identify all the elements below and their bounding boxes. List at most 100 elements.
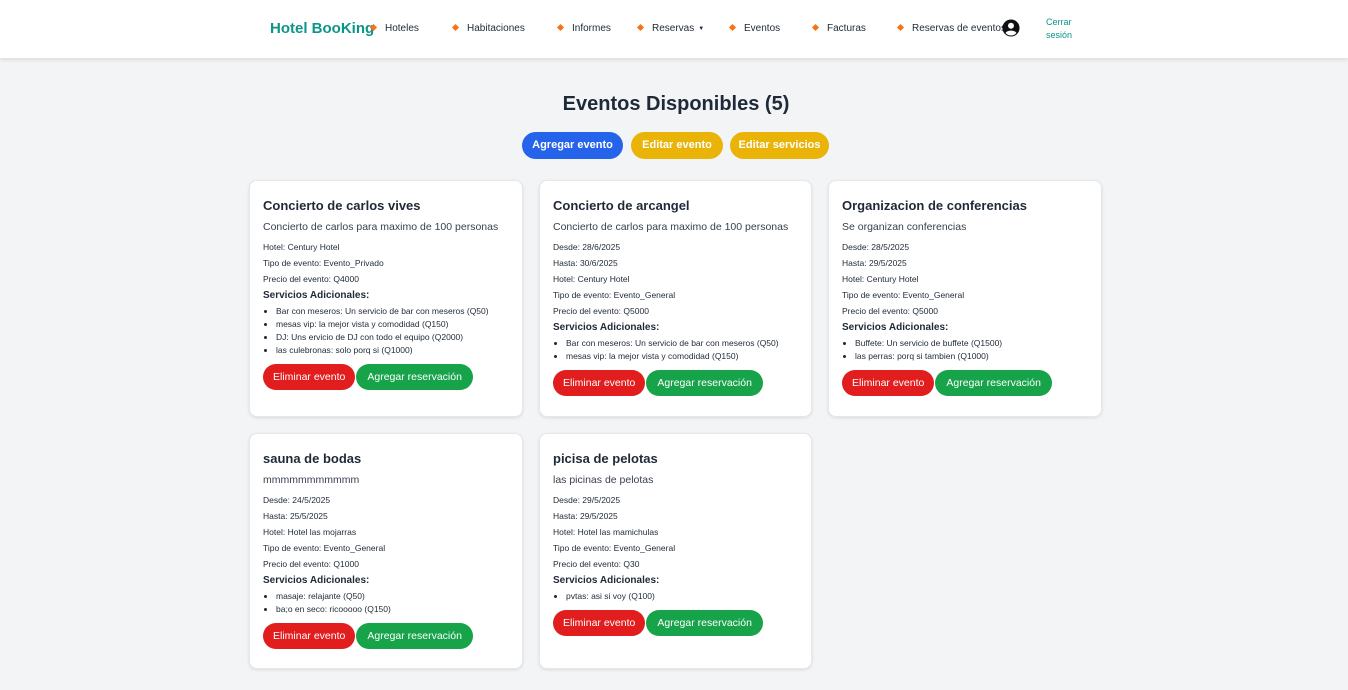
services-list: Bar con meseros: Un servicio de bar con … <box>263 305 509 357</box>
field-value: Q4000 <box>333 274 359 284</box>
services-heading: Servicios Adicionales: <box>263 575 370 586</box>
field-value: Q1000 <box>333 559 359 569</box>
logout-line-1: Cerrar <box>1046 17 1072 27</box>
add-reservation-button[interactable]: Agregar reservación <box>356 364 473 390</box>
event-description: Concierto de carlos para maximo de 100 p… <box>553 221 789 233</box>
service-name: mesas vip <box>276 319 315 329</box>
field-value: 29/5/2025 <box>582 495 621 505</box>
card-actions: Eliminar evento Agregar reservación <box>263 623 509 649</box>
field-label: Tipo de evento: <box>553 543 614 553</box>
card-actions: Eliminar evento Agregar reservación <box>553 370 798 396</box>
service-item: mesas vip: la mejor vista y comodidad (Q… <box>566 350 798 363</box>
event-description: Se organizan conferencias <box>842 221 967 233</box>
service-item: ba;o en seco: ricooooo (Q150) <box>276 603 509 616</box>
services-list: pvtas: asi si voy (Q100) <box>553 590 798 603</box>
delete-event-button[interactable]: Eliminar evento <box>553 370 646 396</box>
event-end-date: Hasta: 25/5/2025 <box>263 508 509 524</box>
event-start-date: Desde: 24/5/2025 <box>263 492 509 508</box>
page-title: Eventos Disponibles (5) <box>562 93 790 115</box>
field-label: Tipo de evento: <box>263 258 324 268</box>
services-heading: Servicios Adicionales: <box>263 290 370 301</box>
field-value: Q5000 <box>623 306 649 316</box>
nav-item-label: Reservas <box>652 23 695 34</box>
add-reservation-button[interactable]: Agregar reservación <box>646 610 763 636</box>
event-end-date: Hasta: 29/5/2025 <box>842 255 1088 271</box>
field-value: 25/5/2025 <box>289 511 328 521</box>
event-type: Tipo de evento: Evento_Privado <box>263 255 509 271</box>
card-actions: Eliminar evento Agregar reservación <box>842 370 1088 396</box>
event-price: Precio del evento: Q1000 <box>263 556 509 572</box>
field-label: Hasta: <box>263 511 290 521</box>
field-value: Evento_General <box>613 543 676 553</box>
service-name: Bar con meseros <box>566 338 631 348</box>
service-item: Buffete: Un servicio de buffete (Q1500) <box>855 337 1088 350</box>
field-value: Q5000 <box>912 306 938 316</box>
logout-link[interactable]: Cerrar sesión <box>1046 16 1080 42</box>
nav-item-hoteles[interactable]: Hoteles <box>369 23 419 34</box>
bullet-icon <box>636 23 645 32</box>
field-label: Desde: <box>263 495 293 505</box>
field-label: Hotel: <box>553 274 578 284</box>
event-description: las picinas de pelotas <box>553 474 654 486</box>
service-item: Bar con meseros: Un servicio de bar con … <box>566 337 798 350</box>
event-title: Concierto de carlos vives <box>263 198 421 213</box>
event-title: picisa de pelotas <box>553 451 658 466</box>
field-value: 29/5/2025 <box>579 511 618 521</box>
services-heading: Servicios Adicionales: <box>553 575 660 586</box>
event-title: Organizacion de conferencias <box>842 198 1027 213</box>
service-item: mesas vip: la mejor vista y comodidad (Q… <box>276 318 509 331</box>
delete-event-button[interactable]: Eliminar evento <box>553 610 646 636</box>
brand-logo[interactable]: Hotel BooKing <box>270 20 374 37</box>
nav-item-reservas[interactable]: Reservas ▼ <box>636 23 704 34</box>
event-card: picisa de pelotas las picinas de pelotas… <box>539 433 812 669</box>
field-label: Hotel: <box>842 274 867 284</box>
event-card: sauna de bodas mmmmmmmmmmm Desde: 24/5/2… <box>249 433 523 669</box>
add-reservation-button[interactable]: Agregar reservación <box>356 623 473 649</box>
bullet-icon <box>811 23 820 32</box>
edit-event-button[interactable]: Editar evento <box>631 132 723 159</box>
field-value: Evento_General <box>323 543 386 553</box>
event-title: sauna de bodas <box>263 451 362 466</box>
field-label: Hasta: <box>553 511 580 521</box>
field-label: Precio del evento: <box>263 274 334 284</box>
field-label: Tipo de evento: <box>842 290 903 300</box>
service-item: las perras: porq si tambien (Q1000) <box>855 350 1088 363</box>
event-hotel: Hotel: Hotel las mamichulas <box>553 524 798 540</box>
bullet-icon <box>556 23 565 32</box>
service-desc: la mejor vista y comodidad (Q150) <box>319 319 449 329</box>
nav-item-habitaciones[interactable]: Habitaciones <box>451 23 525 34</box>
field-label: Tipo de evento: <box>553 290 614 300</box>
delete-event-button[interactable]: Eliminar evento <box>842 370 935 396</box>
add-event-button[interactable]: Agregar evento <box>522 132 623 159</box>
nav-item-eventos[interactable]: Eventos <box>728 23 781 34</box>
add-reservation-button[interactable]: Agregar reservación <box>646 370 763 396</box>
event-card: Organizacion de conferencias Se organiza… <box>828 180 1102 417</box>
nav-item-reservas-eventos[interactable]: Reservas de eventos <box>896 23 1006 34</box>
service-name: mesas vip <box>566 351 605 361</box>
edit-services-button[interactable]: Editar servicios <box>730 132 829 159</box>
field-label: Desde: <box>553 495 583 505</box>
field-value: Q30 <box>623 559 640 569</box>
event-type: Tipo de evento: Evento_General <box>553 540 798 556</box>
event-type: Tipo de evento: Evento_General <box>842 287 1088 303</box>
service-desc: porq si tambien (Q1000) <box>897 351 989 361</box>
event-price: Precio del evento: Q5000 <box>842 303 1088 319</box>
user-account-icon[interactable] <box>1002 19 1020 37</box>
nav-item-informes[interactable]: Informes <box>556 23 611 34</box>
delete-event-button[interactable]: Eliminar evento <box>263 623 356 649</box>
delete-event-button[interactable]: Eliminar evento <box>263 364 356 390</box>
event-start-date: Desde: 28/6/2025 <box>553 239 798 255</box>
field-label: Hotel: <box>263 242 288 252</box>
field-label: Tipo de evento: <box>263 543 324 553</box>
field-value: Evento_Privado <box>323 258 384 268</box>
add-reservation-button[interactable]: Agregar reservación <box>935 370 1052 396</box>
nav-item-facturas[interactable]: Facturas <box>811 23 866 34</box>
field-label: Hasta: <box>553 258 580 268</box>
nav-item-label: Habitaciones <box>467 23 525 34</box>
services-heading: Servicios Adicionales: <box>553 322 660 333</box>
event-card: Concierto de carlos vives Concierto de c… <box>249 180 523 417</box>
field-value: 24/5/2025 <box>292 495 331 505</box>
service-name: pvtas <box>566 591 587 601</box>
nav-item-label: Eventos <box>744 23 781 34</box>
service-item: pvtas: asi si voy (Q100) <box>566 590 798 603</box>
